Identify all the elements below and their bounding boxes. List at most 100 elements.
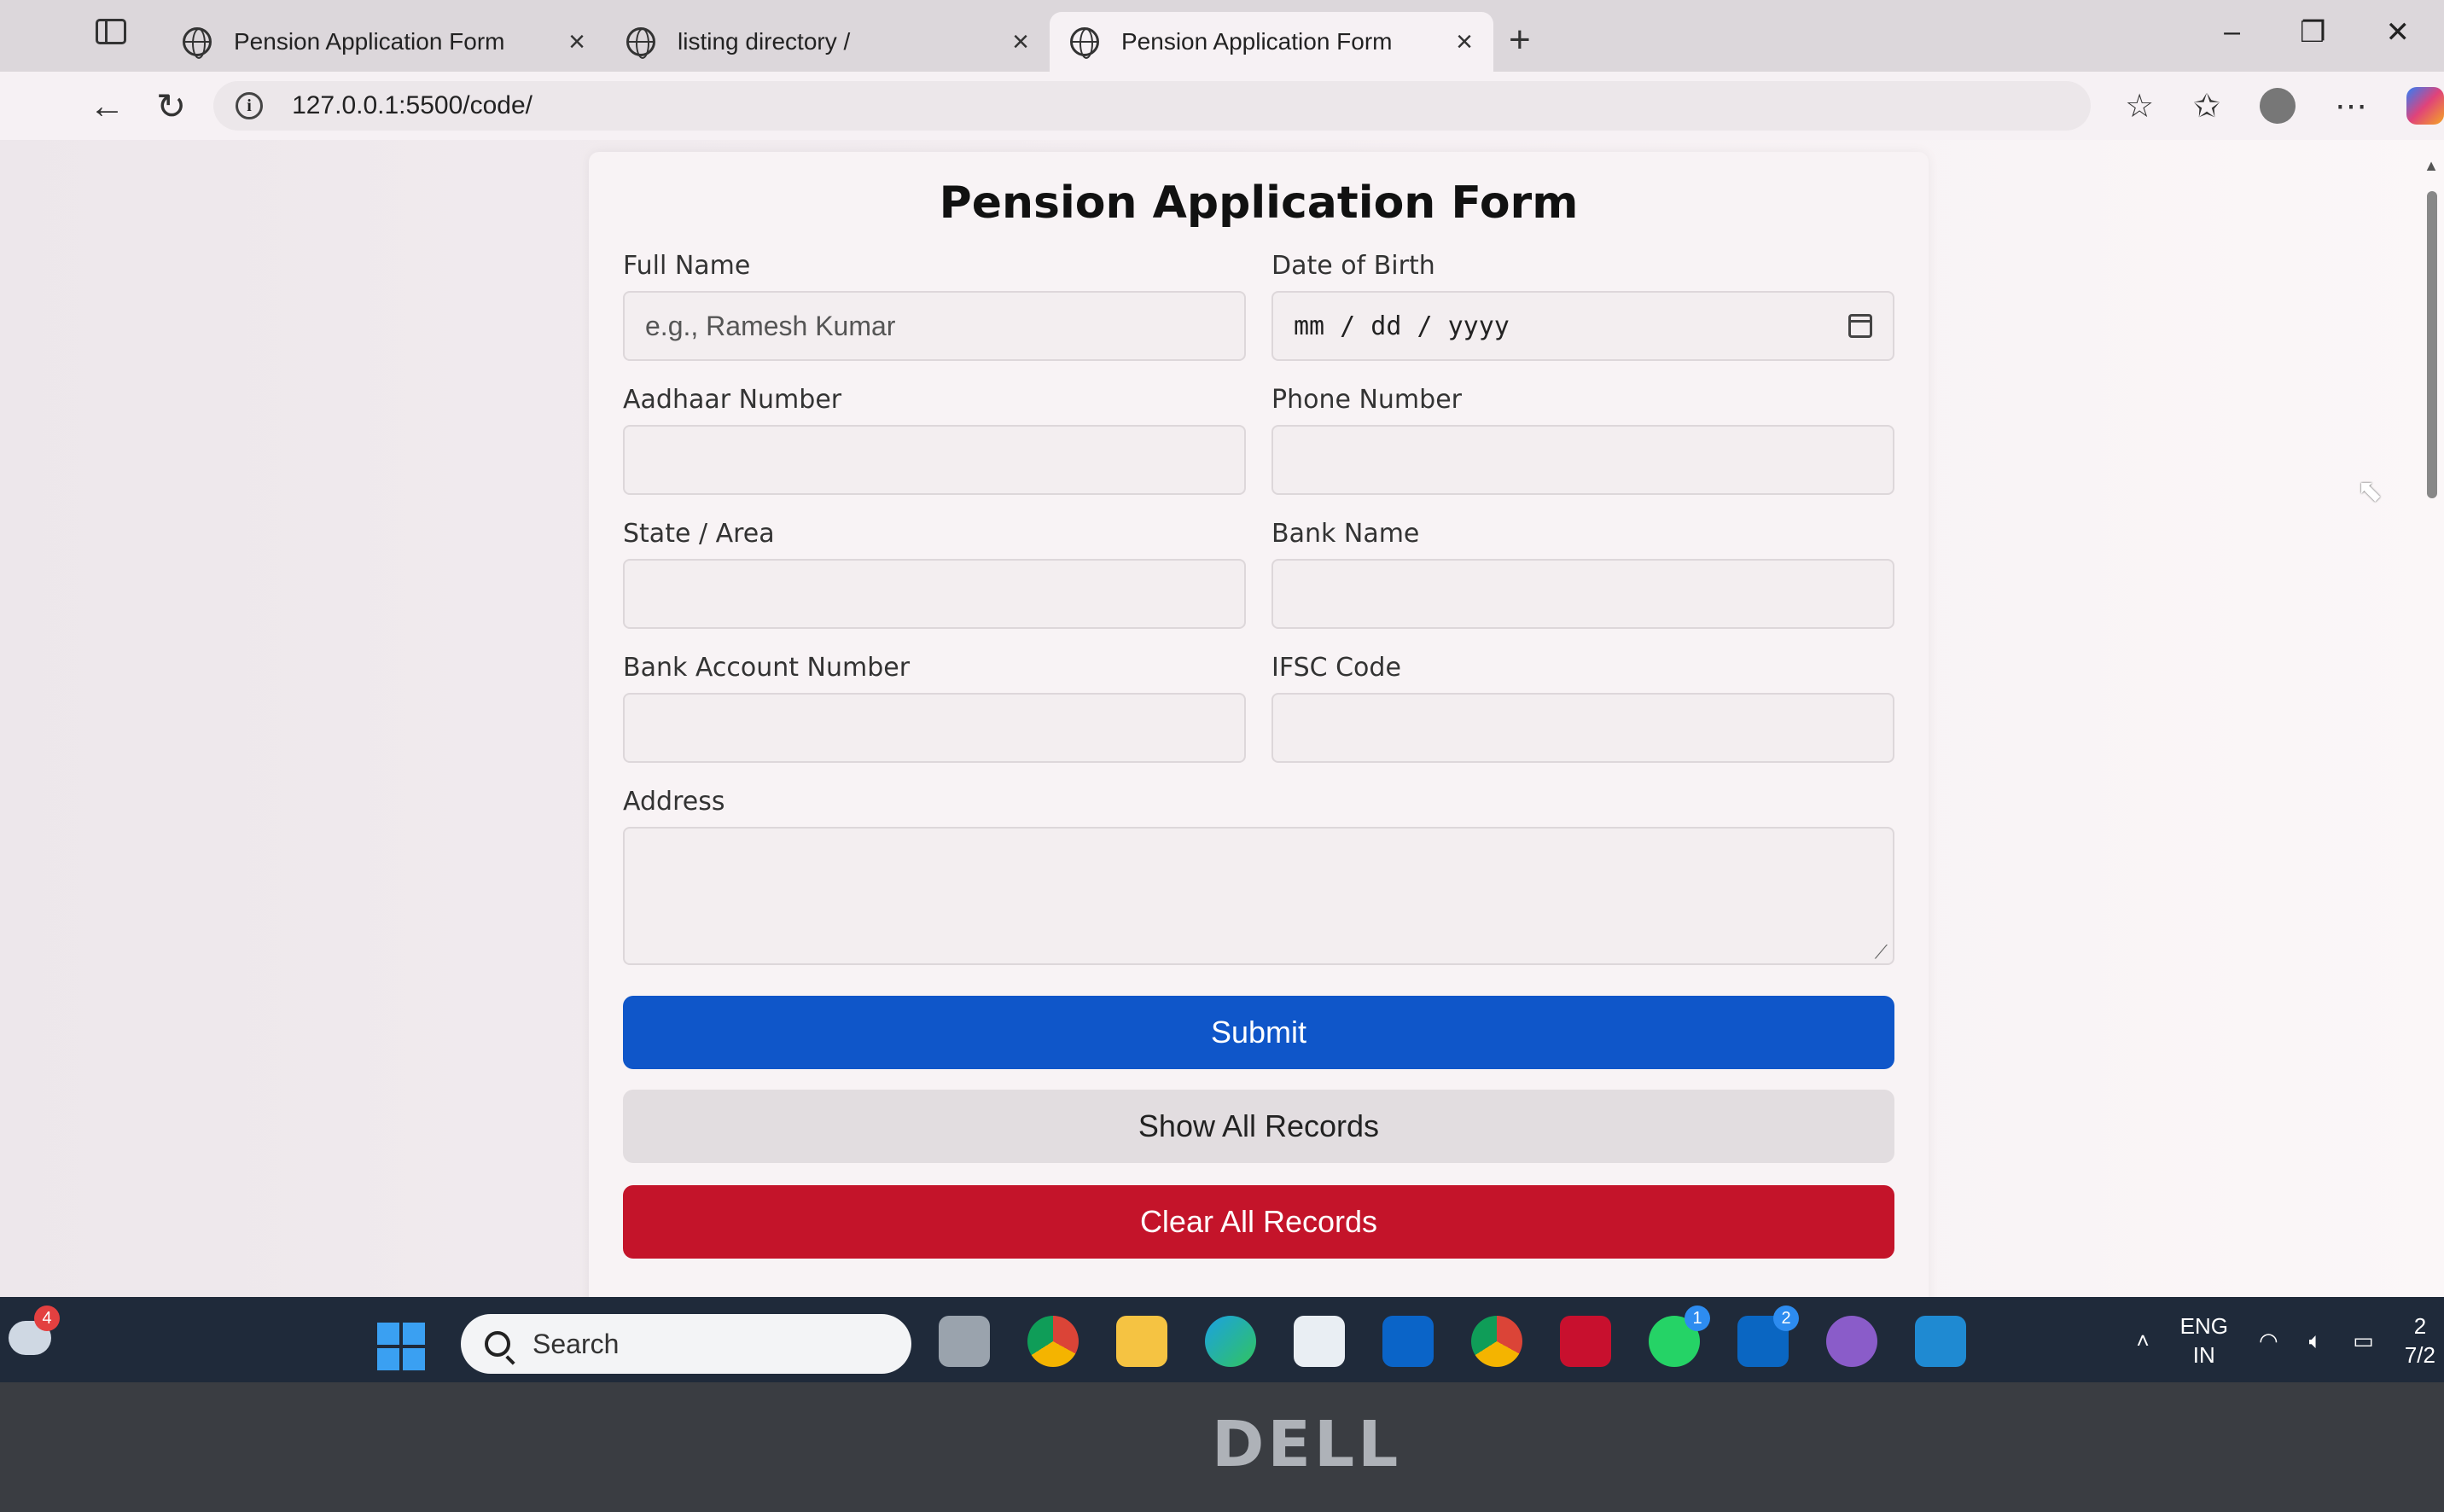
submit-button[interactable]: Submit: [623, 996, 1894, 1069]
full-name-field: Full Name e.g., Ramesh Kumar: [623, 251, 1246, 361]
address-textarea[interactable]: [623, 827, 1894, 965]
pinned-apps: 1 2: [939, 1306, 1966, 1367]
toolbar-icons: ☆ ✩ ⋯: [2125, 87, 2444, 125]
taskbar: 4 Search 1 2 ˄ ENG IN ◠ 🔈︎ ▭ 2 7/2: [0, 1297, 2444, 1382]
profile-avatar[interactable]: [2259, 88, 2296, 124]
form-card: Pension Application Form Full Name e.g.,…: [589, 152, 1929, 1382]
tab-title: Pension Application Form: [1121, 28, 1393, 55]
edge-icon[interactable]: [1205, 1316, 1256, 1367]
vscode-icon[interactable]: [1915, 1316, 1966, 1367]
form-title: Pension Application Form: [939, 177, 1579, 229]
lang-line1: ENG: [2179, 1313, 2228, 1339]
url-text: 127.0.0.1:5500/code/: [292, 91, 532, 119]
new-tab-button[interactable]: +: [1509, 19, 1531, 61]
linkedin-icon[interactable]: 2: [1737, 1306, 1799, 1367]
scroll-up-arrow-icon[interactable]: ▲: [2424, 157, 2439, 175]
file-explorer-icon[interactable]: [1116, 1316, 1167, 1367]
state-label: State / Area: [623, 519, 775, 549]
clear-all-records-button[interactable]: Clear All Records: [623, 1185, 1894, 1259]
microsoft-store-icon[interactable]: [1294, 1316, 1345, 1367]
dell-logo: DELL: [1212, 1408, 1402, 1481]
language-indicator[interactable]: ENG IN: [2180, 1312, 2228, 1370]
globe-icon: [1070, 27, 1099, 59]
aadhaar-input[interactable]: [623, 425, 1246, 495]
back-icon[interactable]: ←: [85, 85, 129, 126]
dob-input[interactable]: mm / dd / yyyy: [1271, 291, 1894, 361]
address-field: Address: [623, 787, 1894, 965]
wifi-icon[interactable]: ◠: [2259, 1328, 2278, 1354]
form-grid: Full Name e.g., Ramesh Kumar Date of Bir…: [623, 251, 1894, 965]
browser-toolbar: ← ↻ i 127.0.0.1:5500/code/ ☆ ✩ ⋯: [0, 72, 2444, 140]
aadhaar-label: Aadhaar Number: [623, 385, 842, 415]
task-view-icon[interactable]: [939, 1316, 990, 1367]
outlook-icon[interactable]: [1382, 1316, 1434, 1367]
tab-pension-form-active[interactable]: Pension Application Form ×: [1050, 12, 1493, 72]
full-name-label: Full Name: [623, 251, 751, 281]
chrome-icon[interactable]: [1027, 1316, 1079, 1367]
bank-name-label: Bank Name: [1271, 519, 1420, 549]
more-menu-icon[interactable]: ⋯: [2335, 87, 2367, 125]
whatsapp-icon[interactable]: 1: [1649, 1306, 1710, 1367]
linkedin-badge: 2: [1773, 1306, 1799, 1331]
tray-chevron-up-icon[interactable]: ˄: [2136, 1328, 2149, 1354]
tab-title: listing directory /: [678, 28, 851, 55]
ifsc-input[interactable]: [1271, 693, 1894, 763]
favorite-star-icon[interactable]: ☆: [2125, 87, 2154, 125]
dob-field: Date of Birth mm / dd / yyyy: [1271, 251, 1894, 361]
account-label: Bank Account Number: [623, 653, 911, 683]
screen: Pension Application Form × listing direc…: [0, 0, 2444, 1382]
bank-name-input[interactable]: [1271, 559, 1894, 629]
tab-listing-directory[interactable]: listing directory / ×: [606, 12, 1050, 72]
account-input[interactable]: [623, 693, 1246, 763]
start-button-icon[interactable]: [377, 1323, 425, 1370]
close-tab-icon[interactable]: ×: [1456, 26, 1473, 59]
clock-date: 7/2: [2404, 1341, 2435, 1368]
minimize-icon[interactable]: –: [2224, 15, 2240, 49]
restore-icon[interactable]: ❐: [2300, 15, 2325, 49]
calendar-icon[interactable]: [1848, 314, 1872, 338]
dob-label: Date of Birth: [1271, 251, 1435, 281]
address-bar[interactable]: i 127.0.0.1:5500/code/: [213, 81, 2092, 131]
close-tab-icon[interactable]: ×: [568, 26, 585, 59]
show-all-records-button[interactable]: Show All Records: [623, 1090, 1894, 1163]
battery-icon[interactable]: ▭: [2353, 1328, 2374, 1354]
state-input[interactable]: [623, 559, 1246, 629]
phone-field: Phone Number: [1271, 385, 1894, 495]
globe-icon: [183, 27, 212, 59]
mouse-cursor-icon: ⬉: [2357, 473, 2383, 508]
tab-pension-form-1[interactable]: Pension Application Form ×: [162, 12, 606, 72]
close-window-icon[interactable]: ✕: [2386, 15, 2411, 49]
sidebar-toggle-icon[interactable]: [96, 19, 126, 44]
state-field: State / Area: [623, 519, 1246, 629]
dob-placeholder: mm / dd / yyyy: [1294, 311, 1510, 341]
full-name-input[interactable]: e.g., Ramesh Kumar: [623, 291, 1246, 361]
reload-icon[interactable]: ↻: [149, 85, 193, 127]
github-icon[interactable]: [1826, 1316, 1877, 1367]
tab-strip: Pension Application Form × listing direc…: [0, 0, 2444, 72]
copilot-icon[interactable]: [2406, 87, 2444, 125]
taskbar-search[interactable]: Search: [461, 1314, 911, 1374]
site-info-icon[interactable]: i: [236, 92, 264, 119]
close-tab-icon[interactable]: ×: [1012, 26, 1029, 59]
volume-icon[interactable]: 🔈︎: [2309, 1328, 2323, 1355]
whatsapp-badge: 1: [1685, 1306, 1710, 1331]
phone-label: Phone Number: [1271, 385, 1462, 415]
ifsc-field: IFSC Code: [1271, 653, 1894, 763]
favorites-list-icon[interactable]: ✩: [2193, 87, 2220, 125]
phone-input[interactable]: [1271, 425, 1894, 495]
search-icon: [485, 1331, 510, 1357]
account-field: Bank Account Number: [623, 653, 1246, 763]
system-tray: ˄ ENG IN ◠ 🔈︎ ▭ 2 7/2: [2136, 1312, 2444, 1370]
scrollbar-thumb[interactable]: [2427, 191, 2437, 498]
chrome-profile-icon[interactable]: [1471, 1316, 1522, 1367]
clock-time: 2: [2413, 1313, 2427, 1339]
address-label: Address: [623, 787, 725, 817]
window-controls: – ❐ ✕: [2224, 15, 2410, 49]
weather-badge: 4: [34, 1306, 60, 1331]
tab-title: Pension Application Form: [234, 28, 505, 55]
globe-icon: [626, 27, 655, 59]
full-name-placeholder: e.g., Ramesh Kumar: [645, 310, 896, 341]
clock[interactable]: 2 7/2: [2405, 1312, 2435, 1370]
search-label: Search: [532, 1328, 620, 1359]
mcafee-icon[interactable]: [1560, 1316, 1611, 1367]
